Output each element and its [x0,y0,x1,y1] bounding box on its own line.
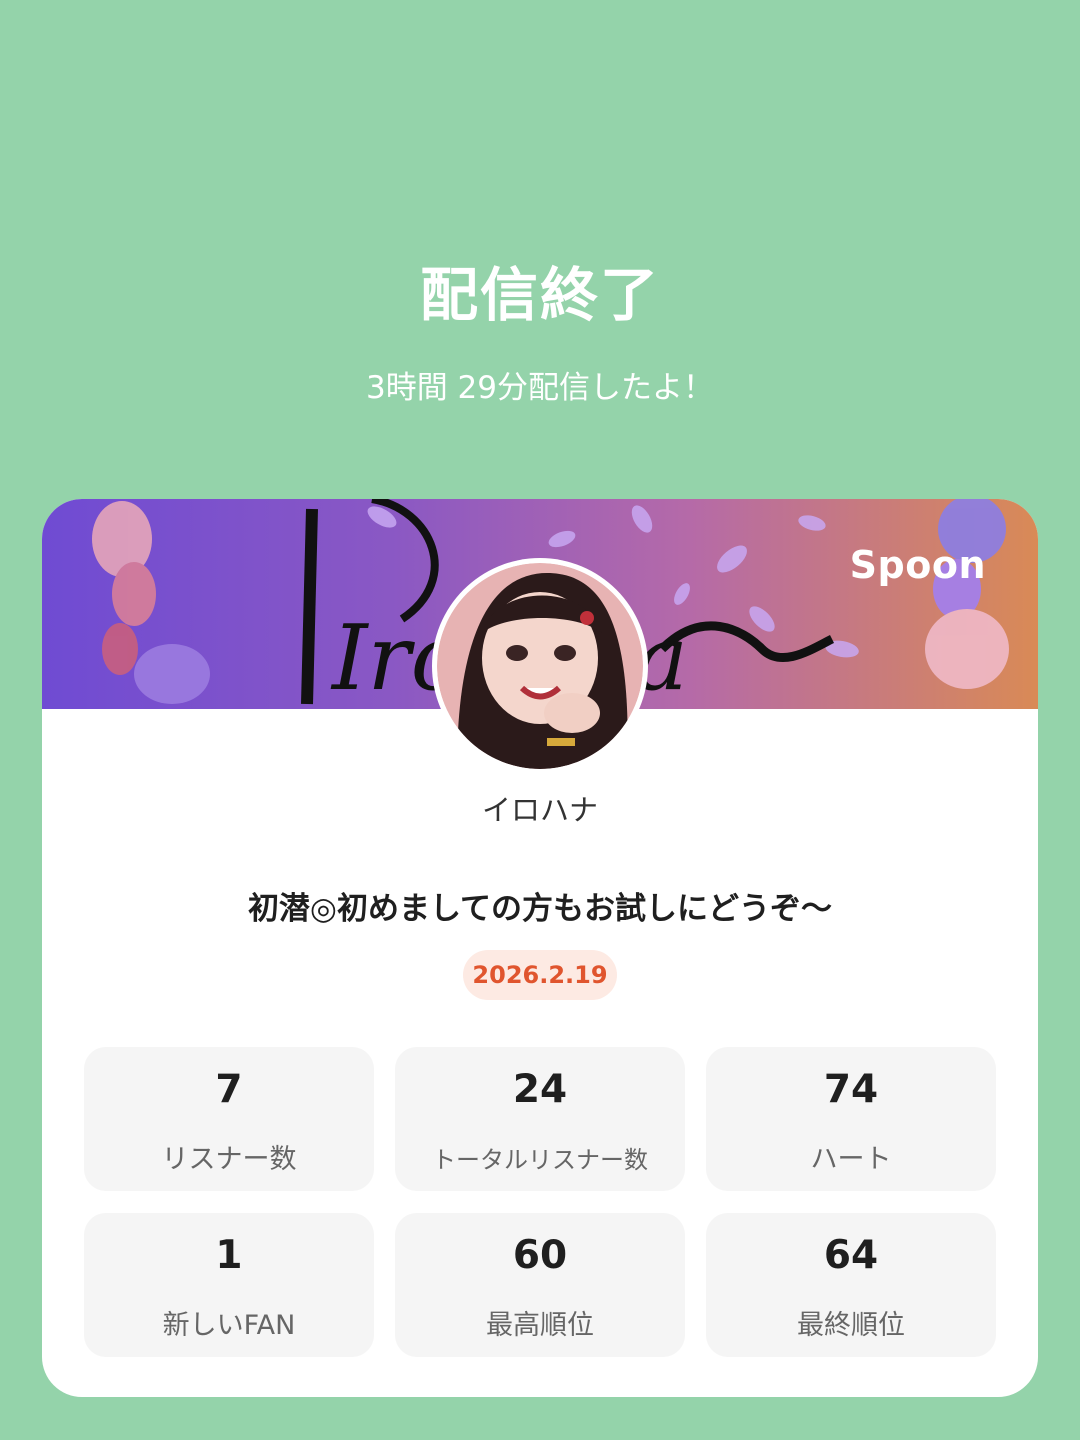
stat-label: 最終順位 [797,1310,905,1341]
stat-listeners: 7 リスナー数 [84,1047,374,1191]
live-title: 初潜◎初めましての方もお試しにどうぞ〜 [247,891,833,927]
stat-best-rank: 60 最高順位 [395,1213,685,1357]
stat-value: 74 [823,1067,879,1112]
username: イロハナ [481,793,598,827]
stat-value: 1 [215,1233,243,1278]
date-badge: 2026.2.19 [463,950,617,1000]
stat-value: 64 [823,1233,879,1278]
stat-label: リスナー数 [161,1144,297,1175]
stat-value: 24 [512,1067,568,1112]
avatar[interactable] [437,563,643,769]
stat-final-rank: 64 最終順位 [706,1213,996,1357]
stats-grid: 7 リスナー数 24 トータルリスナー数 74 ハート 1 新しいFAN 60 … [84,1047,996,1357]
stat-total-listeners: 24 トータルリスナー数 [395,1047,685,1191]
stat-value: 60 [512,1233,568,1278]
broadcast-summary-card: Irohana Spoon イロハナ 初潜◎初めましての方もお試しにどうぞ〜 [42,499,1038,1397]
stat-label: 新しいFAN [162,1310,296,1341]
stat-label: トータルリスナー数 [432,1146,648,1174]
broadcast-duration: 3時間 29分配信したよ！ [365,370,715,406]
stat-new-fans: 1 新しいFAN [84,1213,374,1357]
stat-label: ハート [810,1144,892,1175]
stat-value: 7 [215,1067,243,1112]
page-title: 配信終了 [419,261,660,329]
stat-label: 最高順位 [486,1310,594,1341]
stat-hearts: 74 ハート [706,1047,996,1191]
spoon-logo: Spoon [849,543,986,587]
